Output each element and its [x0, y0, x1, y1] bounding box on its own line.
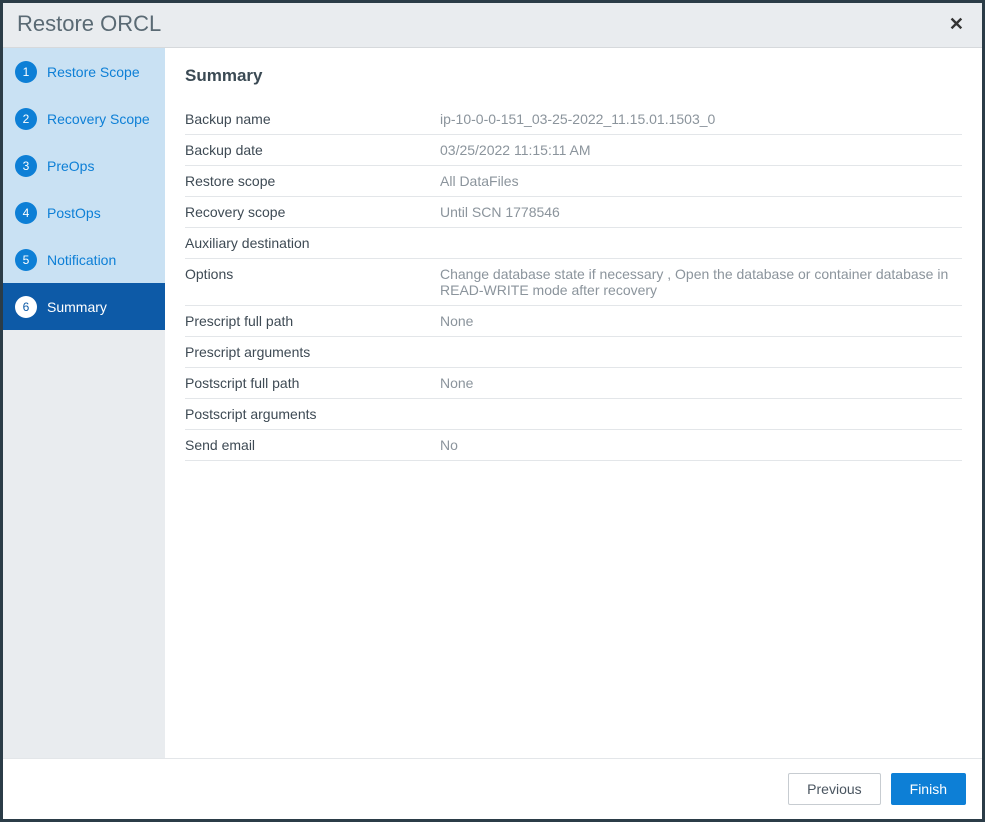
summary-value: Change database state if necessary , Ope… — [440, 259, 962, 306]
step-number-badge: 3 — [15, 155, 37, 177]
summary-value: Until SCN 1778546 — [440, 197, 962, 228]
step-number-badge: 1 — [15, 61, 37, 83]
wizard-sidebar: 1 Restore Scope 2 Recovery Scope 3 PreOp… — [3, 48, 165, 758]
close-icon[interactable]: ✕ — [945, 14, 968, 35]
dialog-header: Restore ORCL ✕ — [3, 3, 982, 48]
summary-row: Backup date 03/25/2022 11:15:11 AM — [185, 135, 962, 166]
summary-row: Prescript full path None — [185, 306, 962, 337]
wizard-step-recovery-scope[interactable]: 2 Recovery Scope — [3, 95, 165, 142]
summary-value — [440, 399, 962, 430]
step-label: Notification — [47, 252, 116, 268]
summary-value — [440, 228, 962, 259]
wizard-step-preops[interactable]: 3 PreOps — [3, 142, 165, 189]
summary-row: Options Change database state if necessa… — [185, 259, 962, 306]
dialog-footer: Previous Finish — [3, 758, 982, 819]
wizard-step-summary[interactable]: 6 Summary — [3, 283, 165, 330]
summary-label: Restore scope — [185, 166, 440, 197]
summary-label: Postscript arguments — [185, 399, 440, 430]
summary-label: Backup name — [185, 104, 440, 135]
dialog-body: 1 Restore Scope 2 Recovery Scope 3 PreOp… — [3, 48, 982, 758]
page-title: Summary — [185, 66, 962, 86]
step-label: Restore Scope — [47, 64, 140, 80]
step-number-badge: 5 — [15, 249, 37, 271]
summary-label: Prescript arguments — [185, 337, 440, 368]
wizard-step-postops[interactable]: 4 PostOps — [3, 189, 165, 236]
summary-label: Auxiliary destination — [185, 228, 440, 259]
finish-button[interactable]: Finish — [891, 773, 966, 805]
summary-value: ip-10-0-0-151_03-25-2022_11.15.01.1503_0 — [440, 104, 962, 135]
summary-row: Auxiliary destination — [185, 228, 962, 259]
summary-row: Recovery scope Until SCN 1778546 — [185, 197, 962, 228]
wizard-step-notification[interactable]: 5 Notification — [3, 236, 165, 283]
summary-row: Prescript arguments — [185, 337, 962, 368]
step-label: Recovery Scope — [47, 111, 150, 127]
dialog-title: Restore ORCL — [17, 11, 161, 37]
step-number-badge: 6 — [15, 296, 37, 318]
summary-row: Postscript full path None — [185, 368, 962, 399]
summary-label: Prescript full path — [185, 306, 440, 337]
restore-dialog: Restore ORCL ✕ 1 Restore Scope 2 Recover… — [3, 3, 982, 819]
summary-table: Backup name ip-10-0-0-151_03-25-2022_11.… — [185, 104, 962, 461]
previous-button[interactable]: Previous — [788, 773, 880, 805]
summary-row: Restore scope All DataFiles — [185, 166, 962, 197]
summary-label: Backup date — [185, 135, 440, 166]
summary-value: All DataFiles — [440, 166, 962, 197]
summary-value: 03/25/2022 11:15:11 AM — [440, 135, 962, 166]
step-number-badge: 2 — [15, 108, 37, 130]
summary-row: Postscript arguments — [185, 399, 962, 430]
step-label: Summary — [47, 299, 107, 315]
main-content: Summary Backup name ip-10-0-0-151_03-25-… — [165, 48, 982, 758]
step-label: PreOps — [47, 158, 94, 174]
summary-label: Send email — [185, 430, 440, 461]
summary-label: Recovery scope — [185, 197, 440, 228]
summary-label: Postscript full path — [185, 368, 440, 399]
summary-value: None — [440, 368, 962, 399]
summary-row: Backup name ip-10-0-0-151_03-25-2022_11.… — [185, 104, 962, 135]
summary-row: Send email No — [185, 430, 962, 461]
step-number-badge: 4 — [15, 202, 37, 224]
summary-value — [440, 337, 962, 368]
summary-value: None — [440, 306, 962, 337]
summary-label: Options — [185, 259, 440, 306]
summary-value: No — [440, 430, 962, 461]
step-label: PostOps — [47, 205, 101, 221]
wizard-step-restore-scope[interactable]: 1 Restore Scope — [3, 48, 165, 95]
